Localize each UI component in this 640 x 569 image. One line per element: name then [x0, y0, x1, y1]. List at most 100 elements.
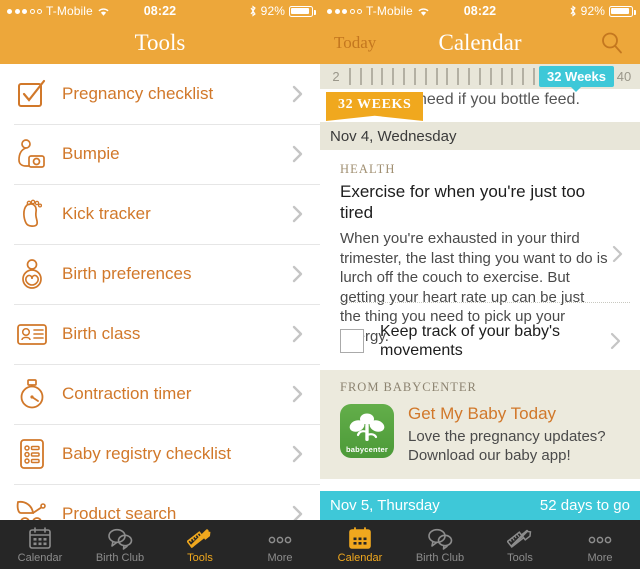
stopwatch-icon [12, 374, 52, 414]
babycenter-wordmark: babycenter [345, 445, 389, 454]
tab-bar-left[interactable]: Calendar Birth Club Tools More [0, 520, 320, 569]
chevron-right-icon [292, 264, 304, 284]
tools-list[interactable]: Pregnancy checklist Bumpie Kick tracker … [0, 64, 320, 520]
tool-item-kick-tracker[interactable]: Kick tracker [0, 184, 320, 244]
promo-card[interactable]: FROM BABYCENTER babycenter Get My Baby T… [320, 370, 640, 479]
page-title: Tools [134, 30, 186, 55]
week-max-label: 40 [616, 69, 632, 84]
ruler-pencil-icon [187, 526, 213, 550]
status-left-group: T-Mobile [327, 4, 430, 18]
status-right-group: 92% [569, 4, 636, 18]
babycenter-app-icon: babycenter [340, 404, 394, 458]
calendar-icon [348, 526, 372, 550]
back-button-today[interactable]: Today [334, 33, 376, 53]
promo-title: Get My Baby Today [408, 404, 557, 423]
search-icon[interactable] [600, 31, 624, 55]
battery-icon [289, 5, 316, 17]
tab-birth-club[interactable]: Birth Club [80, 526, 160, 564]
bluetooth-icon [249, 5, 257, 17]
carrier-label: T-Mobile [46, 4, 93, 18]
pregnant-woman-icon [12, 254, 52, 294]
tool-item-label: Birth class [62, 324, 141, 343]
battery-percent-label: 92% [260, 4, 285, 18]
tab-calendar[interactable]: Calendar [320, 526, 400, 564]
tool-item-product-search[interactable]: Product search [0, 484, 320, 520]
tab-bar-right[interactable]: Calendar Birth Club Tools More [320, 520, 640, 569]
promo-text: Get My Baby Today Love the pregnancy upd… [408, 404, 630, 465]
tab-label: Tools [507, 551, 533, 564]
tool-item-label: Contraction timer [62, 384, 192, 403]
signal-dots-icon [7, 8, 42, 14]
registry-list-icon [12, 434, 52, 474]
partial-text-above: need if you bottle feed. [418, 91, 580, 108]
calendar-screen: T-Mobile 08:22 92% Today Calendar 2 40 3… [320, 0, 640, 569]
tool-item-baby-registry-checklist[interactable]: Baby registry checklist [0, 424, 320, 484]
promo-inner: babycenter Get My Baby Today Love the pr… [340, 404, 630, 465]
chevron-right-icon [292, 384, 304, 404]
week-ribbon-badge: 32 WEEKS [326, 92, 424, 121]
next-day-footer[interactable]: Nov 5, Thursday 52 days to go [320, 491, 640, 520]
tab-label: Tools [187, 551, 213, 564]
chevron-right-icon [612, 244, 624, 264]
bump-camera-icon [12, 134, 52, 174]
status-bar-right: T-Mobile 08:22 92% [320, 0, 640, 22]
week-min-label: 2 [332, 69, 340, 84]
chevron-right-icon [292, 144, 304, 164]
tool-item-birth-class[interactable]: Birth class [0, 304, 320, 364]
footer-date-label: Nov 5, Thursday [330, 497, 440, 514]
chevron-right-icon [292, 324, 304, 344]
tool-item-bumpie[interactable]: Bumpie [0, 124, 320, 184]
tab-label: Birth Club [415, 551, 465, 564]
tool-item-label: Product search [62, 504, 177, 520]
tab-more[interactable]: More [560, 526, 640, 564]
checkbox-unchecked-icon[interactable] [340, 329, 364, 353]
bluetooth-icon [569, 5, 577, 17]
page-title: Calendar [438, 30, 522, 55]
tab-tools[interactable]: Tools [160, 526, 240, 564]
chevron-right-icon [610, 331, 622, 351]
dual-screenshot: T-Mobile 08:22 92% Tools Pregnancy check… [0, 0, 640, 569]
status-right-group: 92% [249, 4, 316, 18]
promo-subtitle: Love the pregnancy updates? Download our… [408, 428, 606, 464]
tool-item-contraction-timer[interactable]: Contraction timer [0, 364, 320, 424]
tool-item-label: Bumpie [62, 144, 120, 163]
tab-label: Calendar [337, 551, 383, 564]
section-divider [340, 302, 630, 303]
task-label: Keep track of your baby's movements [380, 323, 561, 359]
chevron-right-icon [292, 84, 304, 104]
tool-item-pregnancy-checklist[interactable]: Pregnancy checklist [0, 64, 320, 124]
tab-tools[interactable]: Tools [480, 526, 560, 564]
carrier-label: T-Mobile [366, 4, 413, 18]
checklist-icon [12, 74, 52, 114]
footer-countdown-label: 52 days to go [539, 497, 630, 514]
wifi-icon [97, 6, 110, 17]
ellipsis-icon [265, 526, 295, 550]
chevron-right-icon [292, 204, 304, 224]
battery-icon [609, 5, 636, 17]
tool-item-label: Baby registry checklist [62, 444, 232, 463]
status-bar-left: T-Mobile 08:22 92% [0, 0, 320, 22]
chevron-right-icon [292, 504, 304, 520]
article-kicker: HEALTH [340, 162, 396, 176]
calendar-icon [28, 526, 52, 550]
tab-calendar[interactable]: Calendar [0, 526, 80, 564]
nav-bar-left: Tools [0, 22, 320, 64]
birth-class-card-icon [12, 314, 52, 354]
tool-item-label: Kick tracker [62, 204, 151, 223]
calendar-body: 2 40 32 Weeks need if you bottle feed. 3… [320, 64, 640, 520]
tab-label: Calendar [17, 551, 63, 564]
chevron-right-icon [292, 444, 304, 464]
date-header-label: Nov 4, Wednesday [330, 127, 457, 145]
tab-label: Birth Club [95, 551, 145, 564]
tab-more[interactable]: More [240, 526, 320, 564]
task-row[interactable]: Keep track of your baby's movements [320, 312, 640, 370]
signal-dots-icon [327, 8, 362, 14]
footprint-icon [12, 194, 52, 234]
chat-bubbles-icon [107, 526, 133, 550]
tab-birth-club[interactable]: Birth Club [400, 526, 480, 564]
battery-percent-label: 92% [580, 4, 605, 18]
tab-label: More [267, 551, 293, 564]
ruler-pencil-icon [507, 526, 533, 550]
tool-item-label: Pregnancy checklist [62, 84, 214, 103]
tool-item-birth-preferences[interactable]: Birth preferences [0, 244, 320, 304]
